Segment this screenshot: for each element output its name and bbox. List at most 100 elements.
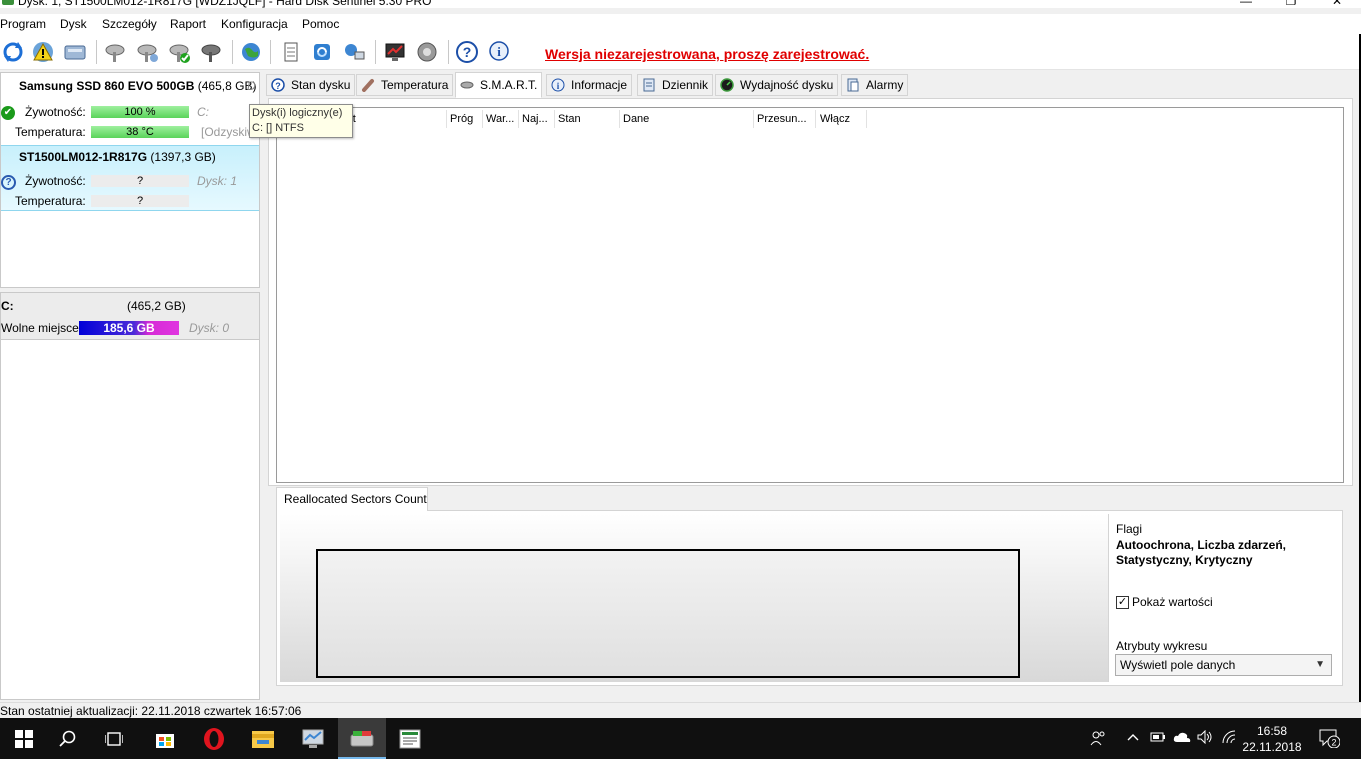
- menu-pomoc[interactable]: Pomoc: [302, 17, 339, 31]
- people-icon[interactable]: [1090, 730, 1106, 749]
- disk-info-icon[interactable]: [62, 39, 88, 65]
- info-icon[interactable]: i: [486, 39, 512, 65]
- disk-short-test-icon[interactable]: [134, 39, 160, 65]
- temperature-bar: 38 °C: [91, 126, 189, 138]
- tab-temperatura[interactable]: Temperatura: [356, 74, 454, 96]
- disk-name: ST1500LM012-1R817G (1397,3 GB): [19, 150, 216, 164]
- globe-icon[interactable]: [238, 39, 264, 65]
- disk-ok-icon[interactable]: [166, 39, 192, 65]
- store-icon[interactable]: [141, 718, 189, 759]
- help-circle-icon: ?: [271, 78, 285, 92]
- disk-item-samsung[interactable]: Samsung SSD 860 EVO 500GB (465,8 GB) D ✔…: [1, 75, 259, 143]
- column-przesuniecie[interactable]: Przesun...: [754, 110, 816, 128]
- task-view-icon[interactable]: [90, 718, 138, 759]
- free-space-bar: 185,6 GB: [79, 321, 179, 335]
- column-stan[interactable]: Stan: [555, 110, 620, 128]
- column-prog[interactable]: Próg: [447, 110, 483, 128]
- tab-reallocated-sectors[interactable]: Reallocated Sectors Count: [276, 487, 428, 511]
- hard-disk-sentinel-taskbar-icon[interactable]: [338, 718, 386, 759]
- chart-attributes-select[interactable]: Wyświetl pole danych ▼: [1115, 654, 1332, 676]
- column-wlacz[interactable]: Włącz: [817, 110, 867, 128]
- chevron-down-icon: ▼: [1315, 659, 1325, 670]
- flags-label: Flagi: [1116, 522, 1143, 536]
- attribute-chart: [316, 549, 1020, 678]
- monitor-chart-icon[interactable]: [382, 39, 408, 65]
- partition-panel[interactable]: C: (465,2 GB) Wolne miejsce 185,6 GB Dys…: [0, 292, 260, 340]
- monitor-app-icon[interactable]: [289, 718, 337, 759]
- chart-options-panel: Flagi Autoochrona, Liczba zdarzeń, Staty…: [1108, 514, 1341, 682]
- sync-icon[interactable]: [309, 39, 335, 65]
- status-bar: Stan ostatniej aktualizacji: 22.11.2018 …: [0, 702, 1361, 718]
- help-icon[interactable]: ?: [454, 39, 480, 65]
- close-button[interactable]: ✕: [1314, 0, 1360, 8]
- log-icon: [643, 78, 655, 92]
- disk-item-seagate[interactable]: ST1500LM012-1R817G (1397,3 GB) ? Żywotno…: [1, 145, 259, 211]
- temperature-bar: ?: [91, 195, 189, 207]
- tab-informacje[interactable]: i Informacje: [546, 74, 633, 96]
- menu-raport[interactable]: Raport: [170, 17, 206, 31]
- menu-bar: Program Dysk Szczegóły Raport Konfigurac…: [0, 14, 1361, 34]
- menu-program[interactable]: Program: [0, 17, 46, 31]
- search-icon[interactable]: [44, 718, 92, 759]
- svg-text:?: ?: [463, 44, 472, 60]
- flags-value: Autoochrona, Liczba zdarzeń, Statystyczn…: [1116, 538, 1287, 567]
- column-dane[interactable]: Dane: [620, 110, 754, 128]
- app-icon: [2, 0, 14, 5]
- taskbar: 16:58 22.11.2018 2: [0, 718, 1361, 759]
- title-bar: Dysk: 1, ST1500LM012-1R817G [WDZ1JQLF] -…: [0, 0, 1361, 8]
- disk-list-panel: Samsung SSD 860 EVO 500GB (465,8 GB) D ✔…: [0, 72, 260, 288]
- health-ok-icon: ✔: [1, 106, 15, 120]
- tab-wydajnosc[interactable]: Wydajność dysku: [715, 74, 839, 96]
- svg-text:2: 2: [1331, 738, 1336, 748]
- svg-text:?: ?: [275, 81, 281, 91]
- tab-stan-dysku[interactable]: ? Stan dysku: [266, 74, 356, 96]
- show-values-checkbox[interactable]: ✓: [1116, 596, 1129, 609]
- notification-center-icon[interactable]: 2: [1318, 728, 1341, 751]
- chart-attributes-label: Atrybuty wykresu: [1116, 639, 1208, 653]
- smart-attribute-list[interactable]: Atrybut Próg War... Naj... Stan Dane Prz…: [276, 107, 1344, 483]
- opera-icon[interactable]: [190, 718, 238, 759]
- alarm-icon: [847, 78, 859, 92]
- onedrive-cloud-icon[interactable]: [1173, 730, 1191, 747]
- register-link[interactable]: Wersja niezarejestrowana, proszę zarejes…: [545, 46, 869, 62]
- column-wartosc[interactable]: War...: [483, 110, 519, 128]
- windows-start-icon[interactable]: [0, 718, 48, 759]
- disk-erase-icon[interactable]: [198, 39, 224, 65]
- speaker-icon[interactable]: [414, 39, 440, 65]
- health-unknown-icon: ?: [1, 175, 16, 190]
- menu-konfiguracja[interactable]: Konfiguracja: [221, 17, 288, 31]
- volume-icon[interactable]: [1197, 729, 1213, 747]
- show-values-label: Pokaż wartości: [1132, 595, 1213, 609]
- info-icon: i: [551, 78, 565, 92]
- window-title: Dysk: 1, ST1500LM012-1R817G [WDZ1JQLF] -…: [18, 0, 432, 8]
- network-icon[interactable]: [341, 39, 367, 65]
- clock[interactable]: 16:58 22.11.2018: [1234, 723, 1310, 755]
- disk-test-icon[interactable]: [102, 39, 128, 65]
- document-app-icon[interactable]: [386, 718, 434, 759]
- tab-bar: ? Stan dysku Temperatura S.M.A.R.T. i In…: [264, 72, 1359, 98]
- chevron-up-icon[interactable]: [1126, 730, 1140, 747]
- thermometer-icon: [362, 79, 374, 92]
- tab-smart[interactable]: S.M.A.R.T.: [455, 72, 543, 98]
- partition-tooltip: Dysk(i) logiczny(e) C: [] NTFS: [249, 104, 353, 138]
- health-bar: 100 %: [91, 106, 189, 118]
- menu-szczegoly[interactable]: Szczegóły: [102, 17, 157, 31]
- maximize-button[interactable]: ❐: [1268, 0, 1314, 8]
- health-bar: ?: [91, 175, 189, 187]
- toolbar: ? i Wersja niezarejestrowana, proszę zar…: [0, 34, 1361, 70]
- battery-icon[interactable]: [1150, 730, 1166, 747]
- refresh-icon[interactable]: [0, 39, 26, 65]
- menu-dysk[interactable]: Dysk: [60, 17, 87, 31]
- left-empty-area: [0, 340, 260, 700]
- disk-icon: [460, 81, 474, 89]
- tab-dziennik[interactable]: Dziennik: [637, 74, 714, 96]
- svg-text:i: i: [497, 44, 501, 59]
- gauge-icon: [720, 78, 734, 92]
- column-najgorsza[interactable]: Naj...: [519, 110, 555, 128]
- file-explorer-icon[interactable]: [239, 718, 287, 759]
- warning-disk-icon[interactable]: [30, 39, 56, 65]
- report-icon[interactable]: [278, 39, 304, 65]
- tab-alarmy[interactable]: Alarmy: [841, 74, 909, 96]
- disk-name: Samsung SSD 860 EVO 500GB (465,8 GB): [19, 79, 257, 93]
- minimize-button[interactable]: —: [1223, 0, 1269, 8]
